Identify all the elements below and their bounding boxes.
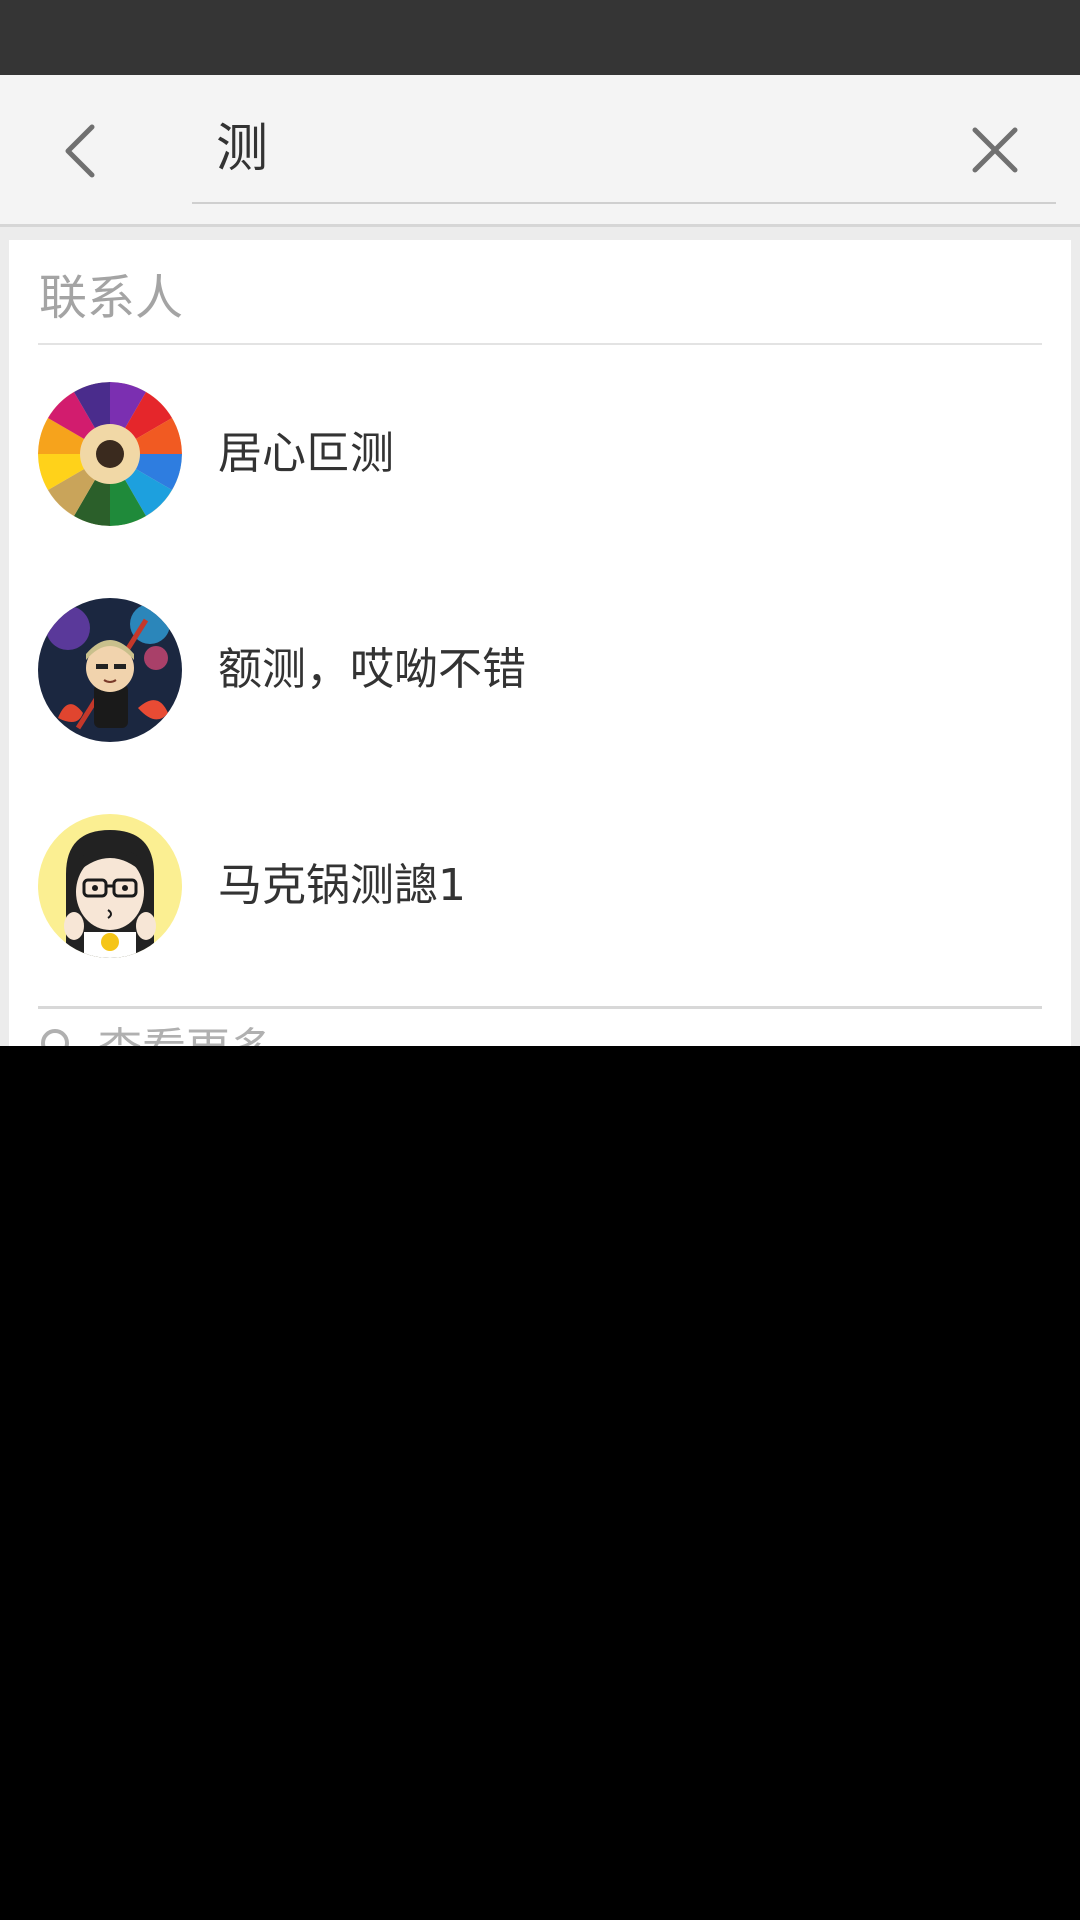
contact-row[interactable]: 马克锅测謥1 [9,778,1071,994]
view-more-button[interactable]: 查看更多 [38,1016,1042,1046]
section-title-contacts: 联系人 [39,270,184,326]
contact-name: 马克锅测謥1 [218,860,466,911]
cartoon-girl-glasses-avatar [38,814,182,958]
back-arrow-icon [65,124,95,178]
search-input[interactable]: 测 [192,75,1056,204]
contact-row[interactable]: 居心叵测 [9,346,1071,562]
results-card: 联系人 居心叵测 额测，哎呦不错 马克锅测謥1 [9,240,1071,1046]
contact-row[interactable]: 额测，哎呦不错 [9,562,1071,778]
section-divider [38,343,1042,345]
back-button[interactable] [40,113,120,189]
search-query-text: 测 [216,119,269,179]
contact-name: 居心叵测 [218,428,394,479]
colored-pencils-avatar [38,382,182,526]
status-bar [0,0,1080,75]
view-more-label: 查看更多 [98,1022,274,1046]
search-header: 测 [0,75,1080,227]
contact-name: 额测，哎呦不错 [218,644,526,695]
clear-search-button[interactable] [955,110,1035,190]
empty-area [0,1046,1080,1920]
footer-divider [38,1006,1042,1009]
search-icon [41,1029,69,1046]
close-icon [972,127,1018,173]
cartoon-warrior-avatar [38,598,182,742]
search-results-screen: 测 联系人 居心叵测 额测，哎呦不错 马克锅测謥1 [0,75,1080,1046]
